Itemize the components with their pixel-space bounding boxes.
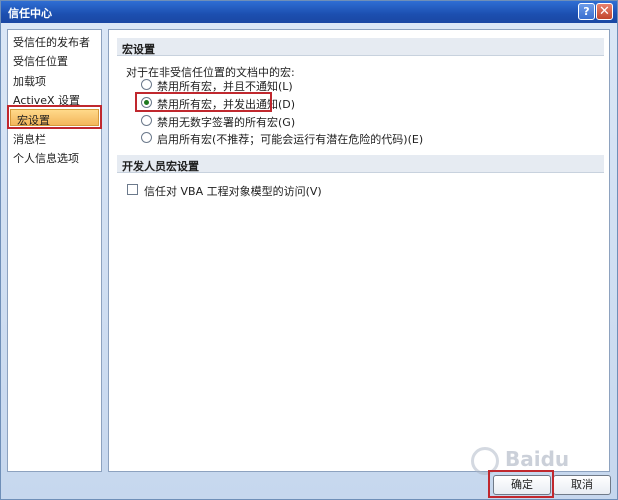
sidebar-item-trusted-publishers[interactable]: 受信任的发布者 <box>7 32 99 49</box>
trust-center-dialog: 信任中心 ? ✕ 受信任的发布者 受信任位置 加载项 ActiveX 设置 宏设… <box>0 0 618 500</box>
highlight-box-option <box>135 92 272 112</box>
radio-button[interactable] <box>141 132 152 143</box>
option-label: 禁用无数字签署的所有宏(G) <box>157 116 296 129</box>
highlight-box-sidebar <box>7 105 102 129</box>
option-label: 启用所有宏(不推荐；可能会运行有潜在危险的代码)(E) <box>157 133 424 146</box>
close-icon: ✕ <box>599 4 610 19</box>
window-title: 信任中心 <box>8 7 52 20</box>
cancel-button[interactable]: 取消 <box>553 475 611 495</box>
checkbox-label: 信任对 VBA 工程对象模型的访问(V) <box>144 185 322 198</box>
sidebar-item-privacy-options[interactable]: 个人信息选项 <box>7 148 99 165</box>
title-bar: 信任中心 <box>1 1 617 23</box>
sidebar-item-add-ins[interactable]: 加载项 <box>7 71 99 88</box>
highlight-box-ok <box>488 470 554 498</box>
help-button[interactable]: ? <box>578 3 595 20</box>
macro-settings-header: 宏设置 <box>117 38 604 56</box>
radio-button[interactable] <box>141 79 152 90</box>
sidebar-item-trusted-locations[interactable]: 受信任位置 <box>7 51 99 68</box>
help-icon: ? <box>583 5 590 18</box>
checkbox[interactable] <box>127 184 138 195</box>
radio-button[interactable] <box>141 115 152 126</box>
watermark-text: Baidu <box>505 447 570 471</box>
developer-settings-header: 开发人员宏设置 <box>117 155 604 173</box>
close-button[interactable]: ✕ <box>596 3 613 20</box>
sidebar-item-message-bar[interactable]: 消息栏 <box>7 129 99 146</box>
